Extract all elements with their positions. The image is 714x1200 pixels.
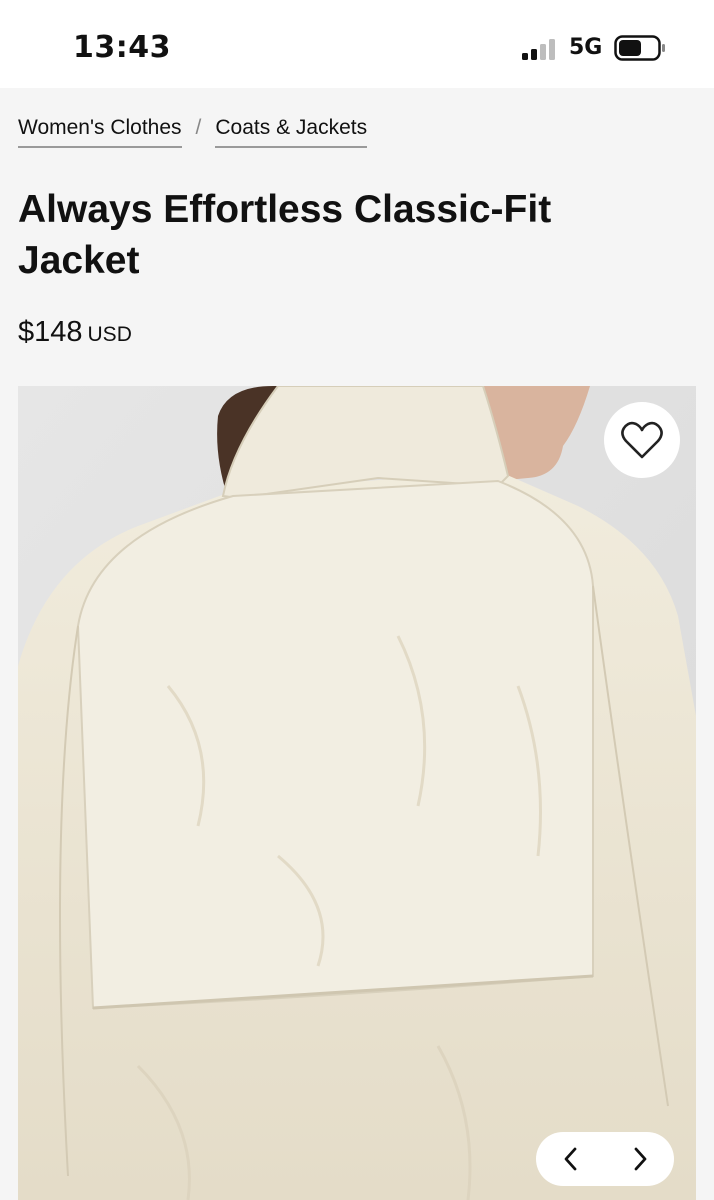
product-photo	[18, 386, 696, 1200]
breadcrumb: Women's Clothes / Coats & Jackets	[18, 116, 368, 148]
battery-icon	[614, 35, 665, 61]
product-page: Women's Clothes / Coats & Jackets Always…	[0, 88, 714, 1200]
price-currency: USD	[87, 323, 132, 346]
chevron-right-icon	[634, 1147, 646, 1171]
wishlist-button[interactable]	[604, 402, 680, 478]
next-image-button[interactable]	[620, 1139, 660, 1179]
product-price: $148 USD	[18, 316, 132, 349]
signal-icon	[522, 39, 555, 60]
image-pager	[536, 1132, 674, 1186]
product-title: Always Effortless Classic-Fit Jacket	[18, 188, 552, 282]
network-type: 5G	[569, 35, 603, 60]
product-image[interactable]	[18, 386, 696, 1200]
heart-outline-icon	[621, 421, 663, 459]
breadcrumb-separator: /	[195, 116, 202, 139]
breadcrumb-womens-clothes[interactable]: Women's Clothes	[18, 116, 182, 148]
breadcrumb-coats-jackets[interactable]: Coats & Jackets	[215, 116, 368, 148]
chevron-left-icon	[564, 1147, 576, 1171]
previous-image-button[interactable]	[551, 1139, 591, 1179]
status-bar: 13:43 5G	[0, 0, 714, 88]
status-time: 13:43	[73, 30, 171, 65]
price-amount: $148	[18, 316, 83, 348]
